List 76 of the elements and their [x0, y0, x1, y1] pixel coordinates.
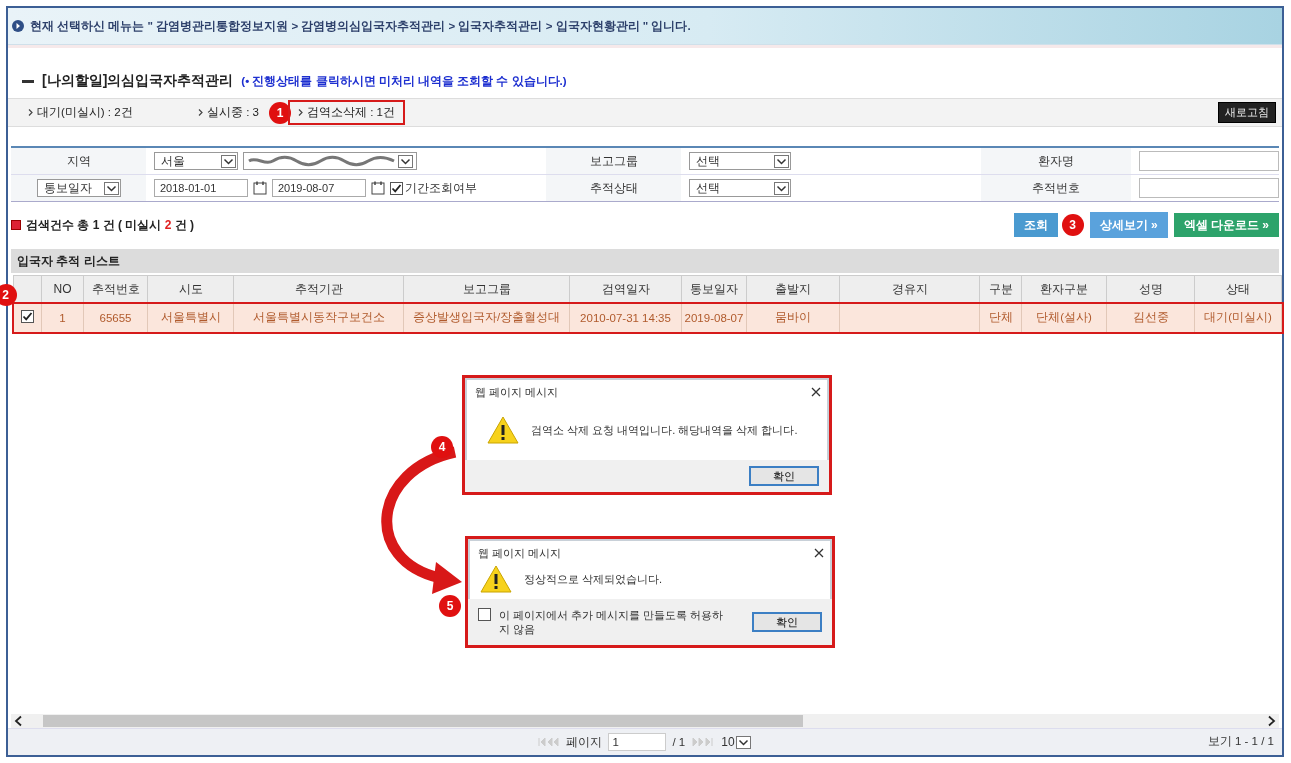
ok-button[interactable]: 확인 — [749, 466, 819, 486]
column-header: 추적번호 — [83, 275, 148, 303]
table-cell: 뭄바이 — [746, 302, 840, 333]
calendar-icon[interactable] — [371, 181, 385, 195]
table-cell: 2019-08-07 — [681, 302, 747, 333]
table-cell: 서울특별시 — [147, 302, 234, 333]
table-cell: 65655 — [83, 302, 148, 333]
page-field[interactable]: 1 — [608, 733, 667, 751]
ok-button[interactable]: 확인 — [752, 612, 822, 632]
table-cell: 김선중 — [1106, 302, 1195, 333]
table-cell: 대기(미실시) — [1194, 302, 1282, 333]
status-link[interactable]: 실시중 : 3 — [188, 100, 269, 125]
field-label: 보고그룹 — [546, 148, 681, 174]
redacted-select[interactable] — [243, 152, 417, 170]
dialog-title: 웹 페이지 메시지 — [475, 384, 559, 400]
table-cell: 증상발생입국자/장출혈성대 — [403, 302, 570, 333]
column-header: 성명 — [1106, 275, 1195, 303]
column-header: NO — [41, 275, 84, 303]
column-header: 환자구분 — [1021, 275, 1107, 303]
select-field[interactable]: 서울 — [154, 152, 238, 170]
close-icon[interactable] — [814, 548, 824, 558]
bullet-icon — [11, 220, 21, 230]
warning-icon — [487, 416, 519, 444]
table-cell: 단체(설사) — [1021, 302, 1107, 333]
column-header: 검역일자 — [569, 275, 682, 303]
chevron-icon — [28, 109, 33, 116]
page-total: / 1 — [672, 736, 686, 748]
field-label: 추적상태 — [546, 175, 681, 201]
checkbox[interactable] — [21, 310, 34, 323]
column-header: 통보일자 — [681, 275, 747, 303]
column-header: 시도 — [147, 275, 234, 303]
field-label: 환자명 — [981, 148, 1131, 174]
column-header: 상태 — [1194, 275, 1282, 303]
page-title: [나의할일]의심입국자추적관리 — [42, 72, 234, 90]
column-header: 보고그룹 — [403, 275, 570, 303]
column-header: 출발지 — [746, 275, 840, 303]
close-icon[interactable] — [811, 387, 821, 397]
step-number-badge: 1 — [269, 101, 291, 124]
calendar-icon[interactable] — [253, 181, 267, 195]
refresh-button[interactable]: 새로고침 — [1218, 102, 1276, 123]
step-number-badge: 2 — [0, 283, 17, 306]
step-number-badge: 3 — [1061, 214, 1084, 236]
date-field[interactable]: 2018-01-01 — [154, 179, 248, 197]
chevron-icon — [198, 109, 203, 116]
select-field[interactable]: 선택 — [689, 179, 791, 197]
field-label: 지역 — [11, 148, 146, 174]
chevron-icon — [298, 109, 303, 116]
checkbox[interactable] — [390, 181, 403, 195]
warning-icon — [480, 565, 512, 593]
checkbox[interactable] — [478, 608, 491, 621]
scrollbar-thumb[interactable] — [43, 715, 803, 727]
status-link[interactable]: 검역소삭제 : 1건 — [288, 100, 405, 125]
page-label: 페이지 — [566, 734, 603, 750]
list-title: 입국자 추적 리스트 — [17, 252, 120, 270]
table-cell: 서울특별시동작구보건소 — [233, 302, 404, 333]
record-summary: 보기 1 - 1 / 1 — [1207, 734, 1274, 749]
column-header: 구분 — [979, 275, 1022, 303]
date-field[interactable]: 2019-08-07 — [272, 179, 366, 197]
column-header: 경유지 — [839, 275, 980, 303]
page-size-select[interactable]: 10 — [719, 734, 752, 750]
column-header: 추적기관 — [233, 275, 404, 303]
table-cell: 2010-07-31 14:35 — [569, 302, 682, 333]
select-field[interactable]: 통보일자 — [36, 179, 121, 197]
field-label: 추적번호 — [981, 175, 1131, 201]
result-count-text: 검색건수 총 1 건 ( 미실시 2 건 ) — [26, 216, 195, 234]
dialog-message: 검역소 삭제 요청 내역입니다. 해당내역을 삭제 합니다. — [531, 422, 798, 438]
dialog-message: 정상적으로 삭제되었습니다. — [524, 571, 663, 587]
select-field[interactable]: 선택 — [689, 152, 791, 170]
tracking-number-field[interactable] — [1139, 178, 1279, 198]
dialog-title: 웹 페이지 메시지 — [478, 545, 562, 561]
patient-name-field[interactable] — [1139, 151, 1279, 171]
checkbox-label: 이 페이지에서 추가 메시지를 만들도록 허용하지 않음 — [499, 608, 725, 636]
breadcrumb: 현재 선택하신 메뉴는 " 감염병관리통합정보지원 > 감염병의심입국자추적관리 > 입국자추적관리 > 입국자현황관리 " 입니다. — [30, 18, 691, 34]
status-link[interactable]: 대기(미실시) : 2건 — [18, 100, 143, 125]
hint-text: (• 진행상태를 클릭하시면 미처리 내역을 조회할 수 있습니다.) — [241, 73, 567, 89]
checkbox-label: 기간조회여부 — [405, 180, 477, 196]
